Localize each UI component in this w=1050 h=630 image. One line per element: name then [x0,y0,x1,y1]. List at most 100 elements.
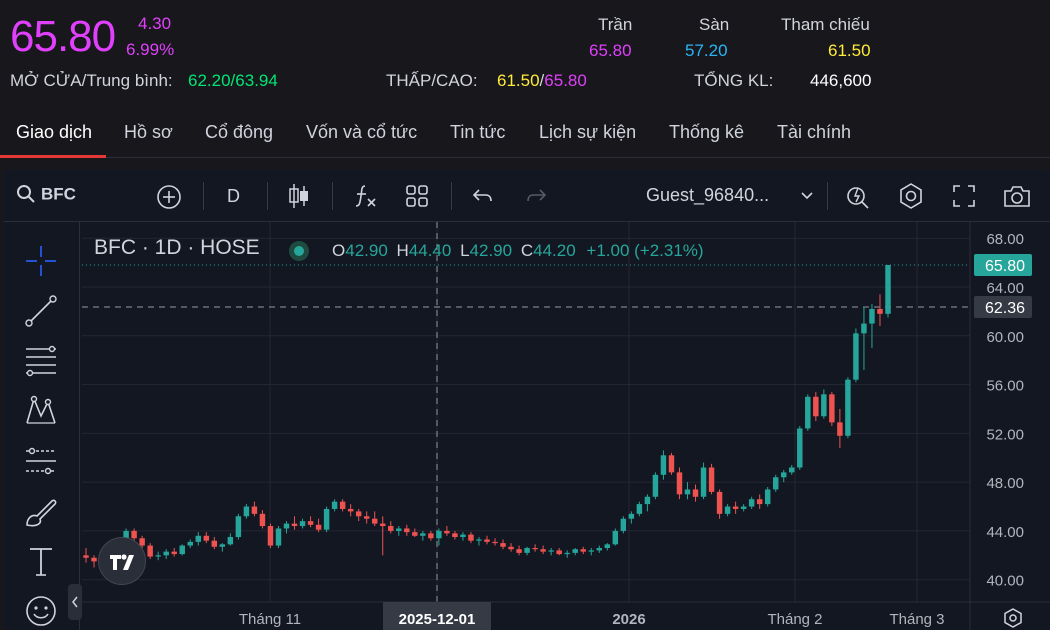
ceiling-label: Trần [598,15,633,34]
price-change-percent: 6.99% [126,40,175,59]
candle-body [756,499,763,505]
candle-body [652,474,659,497]
candle-body [404,528,410,533]
quick-search-icon[interactable] [844,182,872,210]
candle-body [837,422,843,436]
brush-icon[interactable] [22,492,60,530]
tab-news[interactable]: Tin tức [450,122,505,143]
candle-body [227,537,234,545]
candle-body [331,501,338,509]
market-status-icon [289,241,309,261]
toolbar-divider [451,182,452,210]
open-avg-value: 62.20/63.94 [188,71,278,91]
candle-body [211,540,218,547]
current-price: 65.80 [10,12,116,61]
symbol-text: BFC [41,184,76,204]
camera-icon[interactable] [1002,182,1032,210]
fib-retracement-icon[interactable] [22,342,60,380]
candle-body [371,518,378,524]
layout-grid-icon[interactable] [405,184,429,208]
tab-events[interactable]: Lịch sự kiện [539,122,636,143]
emoji-icon[interactable] [22,592,60,630]
low-label: L [460,241,470,260]
candle-body [676,472,683,495]
settings-hexagon-icon[interactable] [897,182,925,210]
candle-body [83,555,89,558]
high-value: 65.80 [544,71,587,90]
trend-line-icon[interactable] [22,292,60,330]
undo-icon[interactable] [471,184,495,208]
tab-shareholders[interactable]: Cổ đông [205,122,273,143]
projection-icon[interactable] [22,442,60,480]
open-value: 42.90 [345,241,388,260]
symbol-search[interactable]: BFC [16,183,76,204]
candle-body [275,528,282,546]
tv-logo-icon [110,554,134,570]
fullscreen-icon[interactable] [951,183,977,209]
collapse-toolbar-button[interactable] [68,584,82,620]
low-value: 61.50 [497,71,540,90]
candle-body [692,489,699,497]
candle-body [476,539,482,541]
text-tool-icon[interactable] [22,542,60,580]
candle-body [171,551,177,555]
x-tick-label: 2026 [612,611,645,628]
price-change: 4.30 [138,14,172,33]
crosshair-price-label: 62.36 [985,300,1025,317]
axis-settings-hex [1004,608,1022,628]
crosshair-icon[interactable] [22,242,60,280]
candle-body [660,455,667,475]
candle-body [596,547,603,551]
ref-value: 61.50 [828,41,871,60]
candle-body [235,516,242,538]
compare-add-icon[interactable] [155,183,183,211]
candle-body [548,550,554,552]
y-tick-label: 44.00 [986,524,1024,541]
redo-icon[interactable] [524,184,548,208]
tab-trading[interactable]: Giao dịch [16,122,92,143]
tab-profile[interactable]: Hồ sơ [124,122,173,143]
low-value: 42.90 [469,241,513,260]
candle-body [163,551,169,556]
high-label: H [396,241,409,260]
indicators-fx-icon[interactable] [351,182,379,210]
candle-body [436,530,442,539]
chevron-left-icon [72,596,78,608]
candle-body [508,546,514,550]
user-menu[interactable]: Guest_96840... [646,185,769,206]
close-label: C [520,241,534,260]
candle-body [203,535,210,541]
chevron-down-icon[interactable] [799,188,815,204]
y-tick-label: 68.00 [986,231,1024,248]
candle-body [772,477,779,490]
tab-statistics[interactable]: Thống kê [669,122,744,143]
candle-body [267,526,274,546]
ref-label: Tham chiếu [781,15,870,34]
candle-body [492,541,498,544]
candle-type-icon[interactable] [287,182,311,210]
drawing-toolbar [4,222,80,630]
tradingview-logo[interactable] [98,537,146,585]
candle-body [540,549,546,552]
candle-body [412,532,418,536]
candle-body [155,555,161,557]
interval-button[interactable]: D [227,186,240,207]
pattern-icon[interactable] [22,392,60,430]
volume-value: 446,600 [810,71,872,90]
open-avg-label: MỞ CỬA/Trung bình: [10,71,173,90]
change-value: +1.00 (+2.31%) [586,241,704,260]
candle-body [684,489,691,495]
tab-financials[interactable]: Tài chính [777,122,851,143]
price-chart[interactable]: 68.00 64.00 60.00 56.00 52.00 48.00 44.00 40.00… [82,222,1050,630]
tab-capital-dividend[interactable]: Vốn và cổ tức [306,122,417,143]
tab-bar: Giao dịch Hồ sơ Cổ đông Vốn và cổ tức Ti… [0,108,1050,158]
crosshair-date-label: 2025-12-01 [399,611,476,628]
low-high-value: 61.50/65.80 [497,71,587,91]
candle-body [877,308,883,314]
candle-body [500,543,506,547]
close-value: 44.20 [533,241,576,260]
avg-value: 63.94 [235,71,278,90]
candle-body [636,504,643,514]
candle-body [524,547,530,553]
candle-body [516,549,522,553]
